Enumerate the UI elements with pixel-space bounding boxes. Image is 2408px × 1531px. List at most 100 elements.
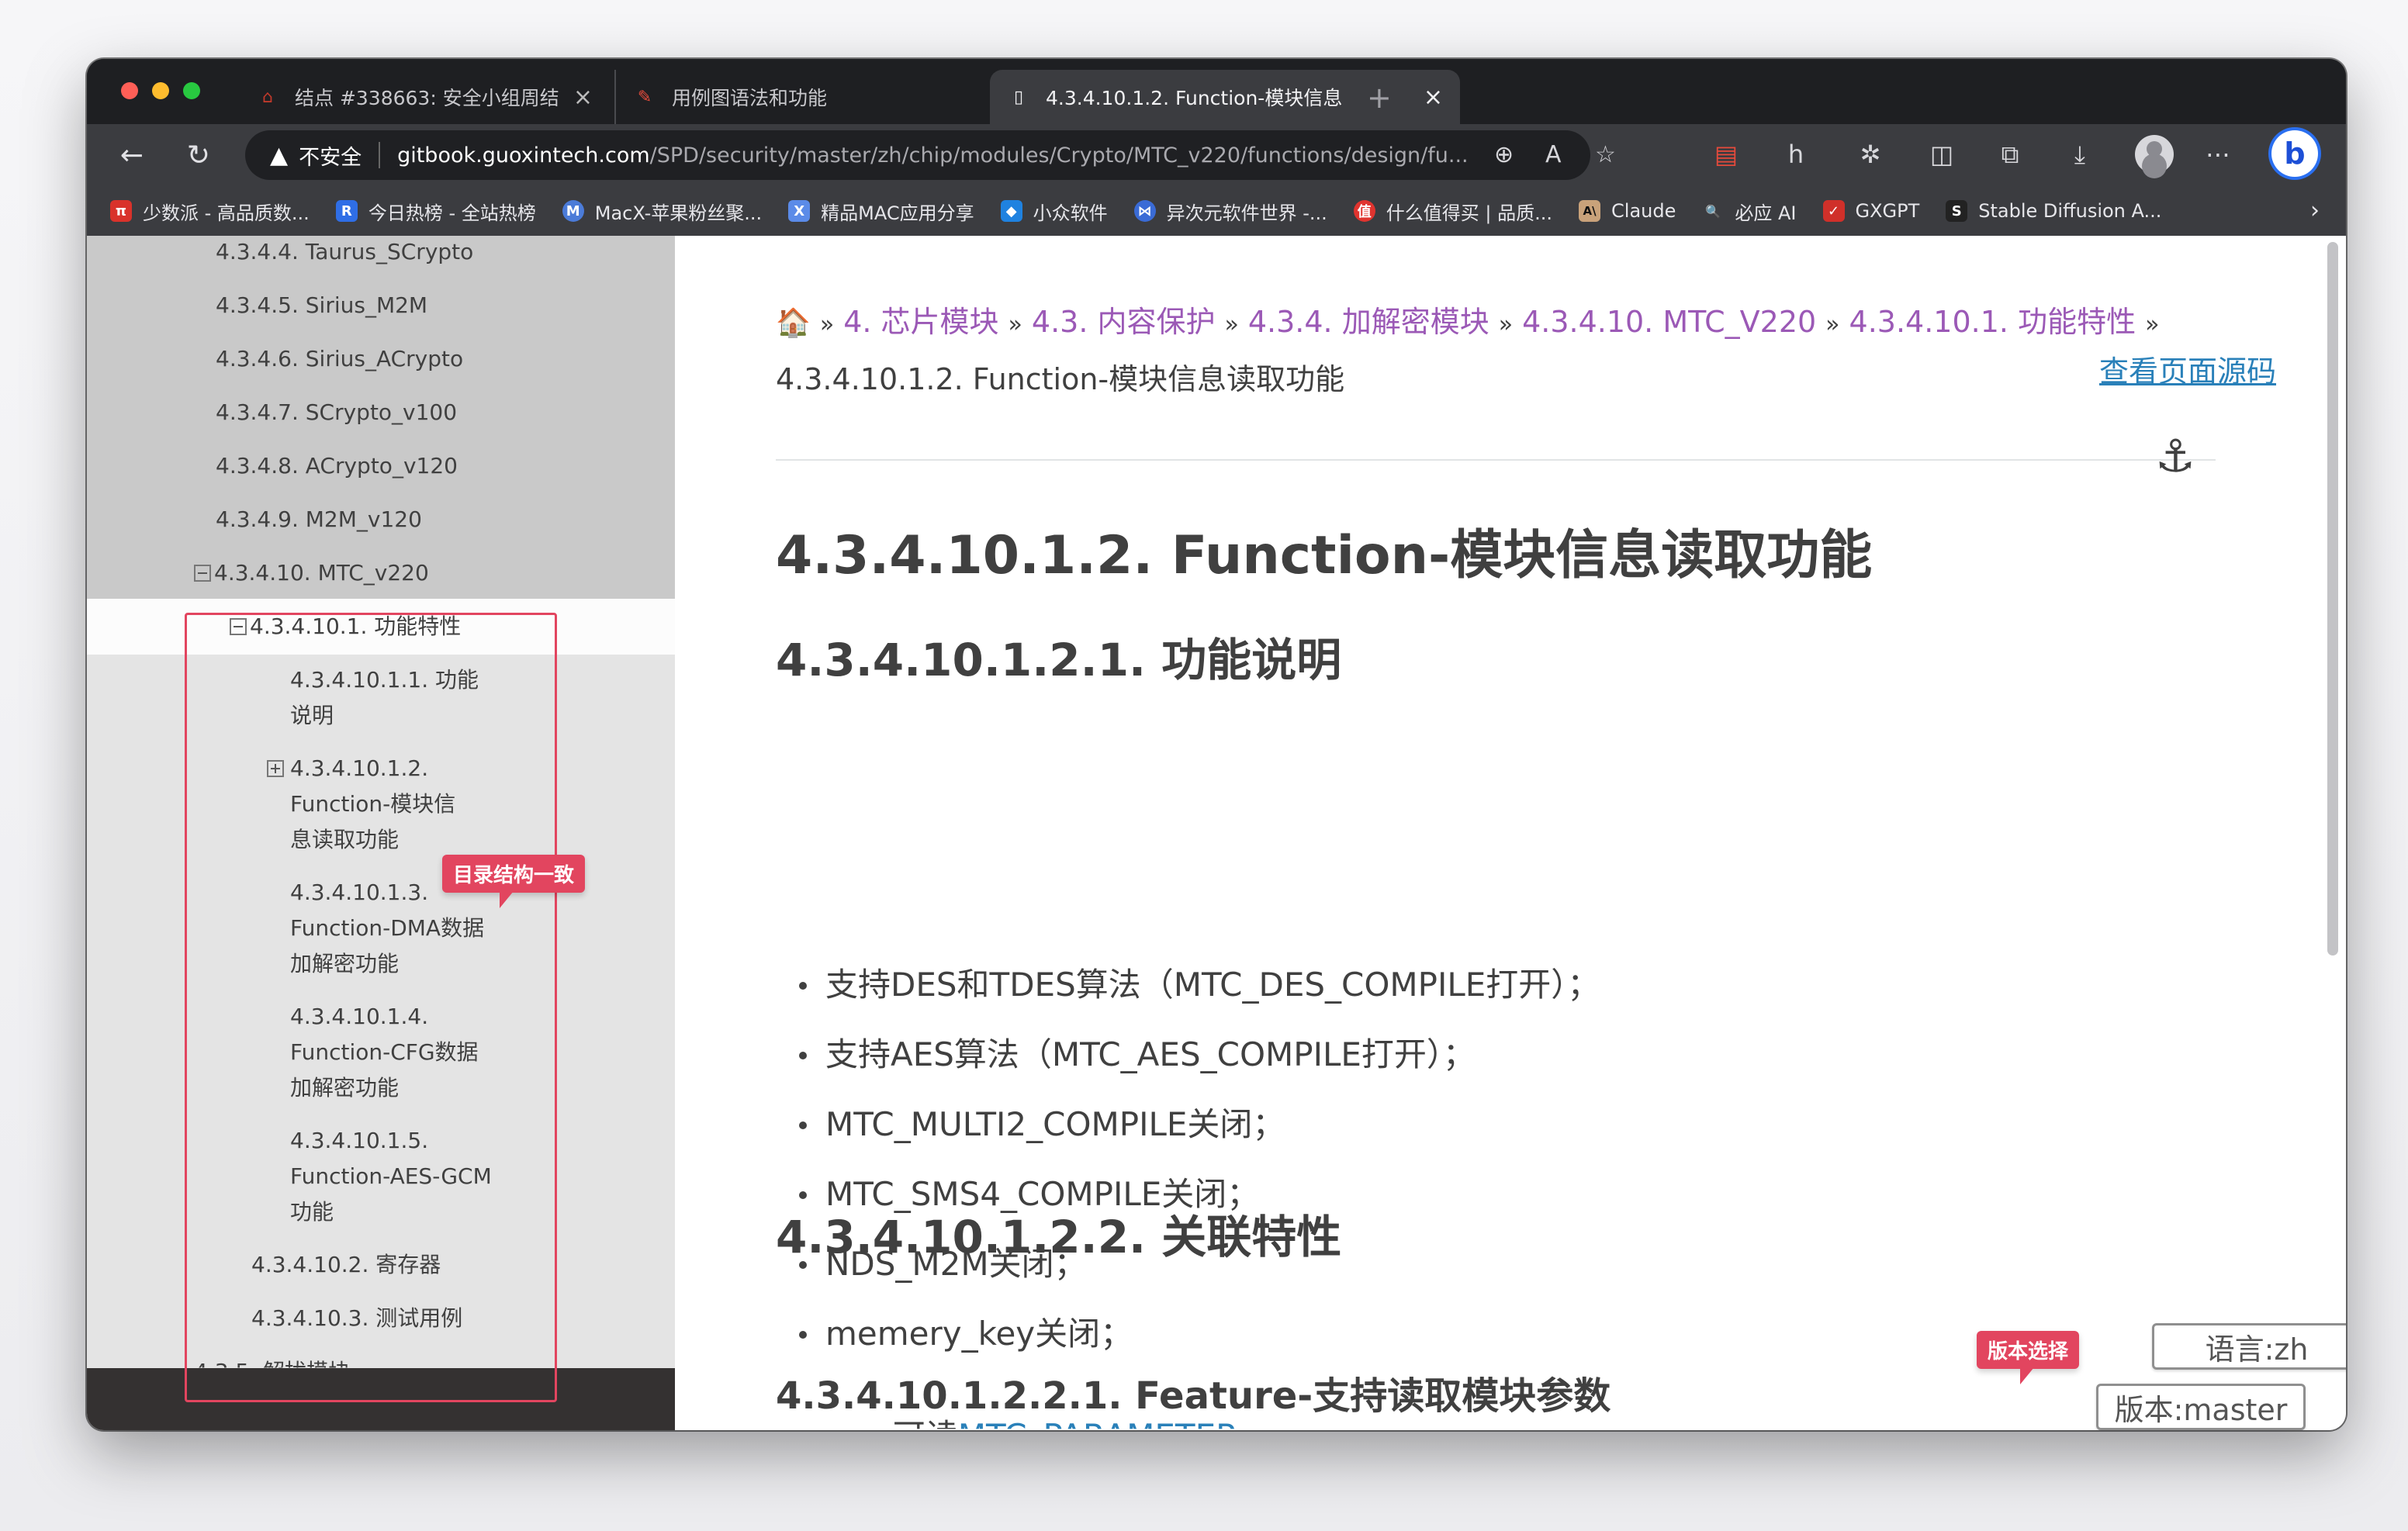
bullet-dot: • [827,1417,846,1429]
redmine-icon: ⌂ [262,87,273,107]
tab-title: 结点 #338663: 安全小组周结（ [295,87,559,109]
security-status[interactable]: 不安全 [299,140,362,171]
breadcrumb-separator: » [1224,311,1239,338]
collapse-icon[interactable] [194,565,211,582]
page-icon: ▯ [1013,87,1024,107]
bing-copilot-icon[interactable]: b [2271,130,2318,177]
bookmark-favicon-icon: S [1946,200,1968,222]
list-item: 支持DES和TDES算法（MTC_DES_COMPILE打开）； [798,962,1600,1032]
bookmark-item[interactable]: ✓ GXGPT [1822,200,1920,222]
bookmark-item[interactable]: 值 什么值得买 | 品质... [1353,198,1553,225]
new-tab-icon[interactable]: + [1367,81,1392,115]
divider [776,459,2216,461]
minimize-window-button[interactable] [152,82,169,99]
address-bar[interactable]: ▲ 不安全 gitbook.guoxintech.com /SPD/securi… [245,130,1616,180]
toc-item[interactable]: 4.3.4.7. SCrypto_v100 [216,395,457,430]
split-screen-icon[interactable]: ◫ [1925,140,1958,169]
bookmark-favicon-icon: 值 [1353,200,1375,222]
breadcrumb-separator: » [819,311,835,338]
breadcrumb-link[interactable]: 4.3. 内容保护 [1032,305,1216,339]
bookmark-label: Stable Diffusion A... [1978,200,2162,222]
cut-off-paragraph: • 可读MTC_PARAMETER [827,1410,1239,1429]
doc-main: 🏠 » 4. 芯片模块 » 4.3. 内容保护 » 4.3.4. 加解密模块 » 4.3.4.1… [675,236,2346,1430]
reload-icon[interactable]: ↻ [182,138,216,172]
bookmark-favicon-icon: R [335,200,358,222]
extension-h-icon[interactable]: h [1780,140,1812,169]
extension-notes-icon[interactable]: ▤ [1710,140,1742,169]
breadcrumb-link[interactable]: 4.3.4.10.1. 功能特性 [1849,305,2136,339]
list-item: 支持AES算法（MTC_AES_COMPILE打开）； [798,1032,1600,1101]
language-selector[interactable]: 语言:zh [2152,1323,2346,1370]
bookmark-item[interactable]: M MacX-苹果粉丝聚... [562,198,762,225]
page-title: 4.3.4.10.1.2. Function-模块信息读取功能 [776,525,1873,586]
view-source-link[interactable]: 查看页面源码 [2099,347,2276,390]
breadcrumb-current: 4.3.4.10.1.2. Function-模块信息读取功能 [776,362,1345,396]
tab-title: 用例图语法和功能 [672,87,828,109]
toc-item-label: 4.3.4.10. MTC_v220 [214,560,429,586]
close-icon[interactable]: × [1424,84,1443,111]
bookmark-label: 今日热榜 - 全站热榜 [368,202,536,224]
breadcrumb-separator: » [2145,311,2160,338]
bookmark-item[interactable]: π 少数派 - 高品质数... [110,198,310,225]
back-arrow-icon[interactable]: ← [115,138,149,172]
breadcrumb-separator: » [1825,311,1840,338]
zoom-icon[interactable]: ⊕ [1494,141,1514,168]
url-host: gitbook.guoxintech.com [397,143,650,168]
breadcrumb-link[interactable]: 4. 芯片模块 [843,305,998,339]
scrollbar-thumb[interactable] [2327,242,2338,956]
bookmark-favicon-icon: ◆ [1000,200,1022,222]
extensions-puzzle-icon[interactable]: ✲ [1854,140,1887,169]
bookmark-item[interactable]: A\ Claude [1579,200,1676,222]
bookmark-item[interactable]: R 今日热榜 - 全站热榜 [335,198,536,225]
toc-item[interactable]: 4.3.4.6. Sirius_ACrypto [216,341,463,377]
toc-item[interactable]: 4.3.4.4. Taurus_SCrypto [216,236,473,270]
bookmark-label: MacX-苹果粉丝聚... [594,202,763,224]
tab-redmine[interactable]: ⌂ 结点 #338663: 安全小组周结（ × [239,70,610,124]
toc-item[interactable]: 4.3.4.5. Sirius_M2M [216,288,427,323]
list-item: MTC_MULTI2_COMPILE关闭； [798,1101,1600,1171]
bookmark-label: 异次元软件世界 -... [1166,202,1327,224]
bookmark-favicon-icon: A\ [1579,200,1601,222]
bookmark-favicon-icon: M [562,200,584,222]
breadcrumb-link[interactable]: 4.3.4.10. MTC_V220 [1522,305,1816,339]
download-icon[interactable]: ⤓ [2064,140,2096,170]
bookmark-item[interactable]: S Stable Diffusion A... [1946,200,2161,222]
toc-item[interactable]: 4.3.4.8. ACrypto_v120 [216,448,458,484]
bookmark-label: 必应 AI [1735,202,1797,224]
parameter-link[interactable]: MTC_PARAMETER [958,1417,1239,1429]
section-heading: 4.3.4.10.1.2.1. 功能说明 [776,634,1342,686]
bookmark-label: Claude [1611,200,1676,222]
feature-list: 支持DES和TDES算法（MTC_DES_COMPILE打开）； 支持AES算法… [798,962,1600,1381]
warning-icon: ▲ [270,141,289,169]
bookmark-item[interactable]: 🔍 必应 AI [1702,198,1797,225]
bookmarks-bar: π 少数派 - 高品质数... R 今日热榜 - 全站热榜 M MacX-苹果粉… [87,186,2346,236]
bookmark-item[interactable]: ◆ 小众软件 [1000,198,1108,225]
breadcrumb-link[interactable]: 4.3.4. 加解密模块 [1248,305,1489,339]
close-icon[interactable]: × [573,84,593,111]
toc-item-mtc[interactable]: 4.3.4.10. MTC_v220 [194,555,429,591]
version-selector[interactable]: 版本:master [2096,1384,2306,1430]
annotation-tag: 目录结构一致 [442,855,586,908]
cut-text: 可读 [893,1417,958,1429]
annotation-tag: 版本选择 [1977,1331,2080,1384]
bookmark-favicon-icon: ✓ [1822,200,1845,222]
section-heading: 4.3.4.10.1.2.2. 关联特性 [776,1211,1342,1263]
profile-avatar-icon[interactable] [2135,135,2174,174]
more-menu-icon[interactable]: ⋯ [2202,140,2234,169]
tab-title: 4.3.4.10.1.2. Function-模块信息 [1046,87,1343,109]
favorite-star-icon[interactable]: ☆ [1595,141,1616,168]
divider [379,142,381,168]
bookmark-item[interactable]: X 精品MAC应用分享 [788,198,974,225]
anchor-icon[interactable]: ⚓ [2155,430,2195,482]
tab-strip: ⌂ 结点 #338663: 安全小组周结（ × ✎ 用例图语法和功能 × ▯ 4… [87,59,2346,124]
bookmark-label: 什么值得买 | 品质... [1386,202,1553,224]
zoom-window-button[interactable] [183,82,200,99]
collections-icon[interactable]: ⧉ [1994,140,2026,170]
home-icon[interactable]: 🏠 [776,307,811,339]
read-aloud-icon[interactable]: A [1545,141,1562,168]
bookmark-item[interactable]: ⋈ 异次元软件世界 -... [1133,198,1327,225]
close-window-button[interactable] [121,82,138,99]
bookmark-label: GXGPT [1855,200,1920,222]
toc-item[interactable]: 4.3.4.9. M2M_v120 [216,502,422,537]
chevron-right-icon[interactable]: › [2310,197,2320,224]
